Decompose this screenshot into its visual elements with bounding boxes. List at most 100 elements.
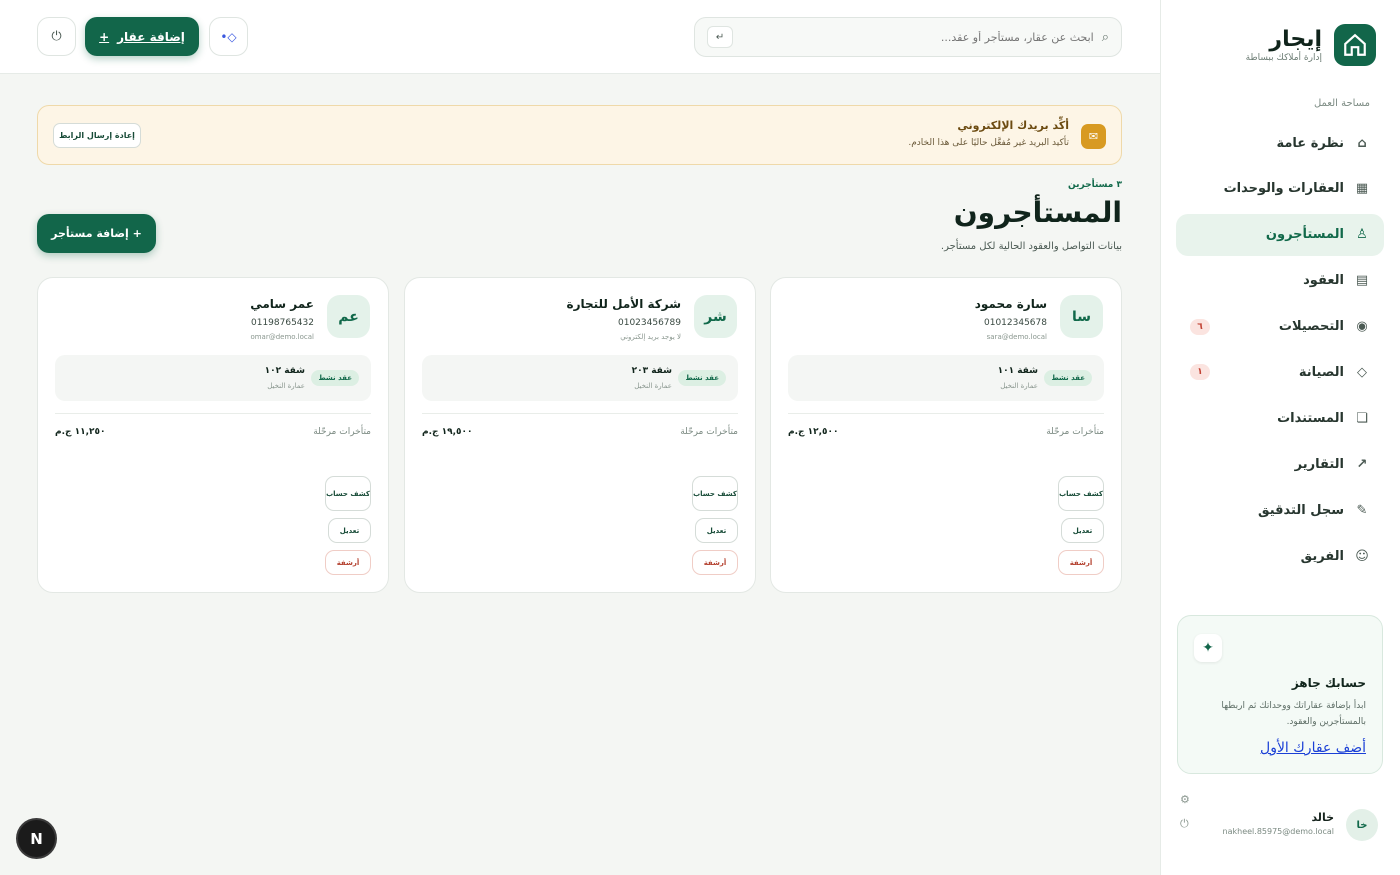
statement-button[interactable]: كشف حساب: [1058, 476, 1104, 511]
audit-icon: ✎: [1356, 502, 1368, 518]
power-button[interactable]: ⏻: [37, 17, 76, 56]
unit-name: شقة ١٠٢: [264, 366, 305, 376]
logout-icon[interactable]: ⏻: [1180, 817, 1189, 831]
page-subtitle: بيانات التواصل والعقود الحالية لكل مستأج…: [940, 241, 1122, 252]
sidebar-item-audit[interactable]: ✎ سجل التدقيق: [1176, 489, 1384, 531]
sparkle-icon: ✦: [1194, 634, 1222, 662]
dev-tools-icon[interactable]: N: [18, 820, 55, 857]
mail-icon: ✉: [1081, 124, 1106, 149]
archive-button[interactable]: أرشفة: [325, 550, 371, 575]
tenant-count: ٣ مستأجرين: [1068, 180, 1122, 190]
tenant-phone: 01012345678: [984, 318, 1047, 328]
brand[interactable]: إيجار إدارة أملاكك ببساطة: [1246, 24, 1376, 66]
avatar: خا: [1346, 809, 1378, 841]
sidebar-item-wrench[interactable]: ◇ الصيانة ١: [1176, 351, 1384, 393]
count-badge: ١: [1190, 364, 1210, 381]
sidebar-item-label: سجل التدقيق: [1258, 502, 1344, 518]
sidebar-item-label: التحصيلات: [1278, 319, 1344, 335]
tenant-card: عم عمر سامي 01198765432 omar@demo.local عقد …: [37, 277, 389, 593]
arrears-label: متأخرات مرحّلة: [680, 427, 738, 437]
statement-button[interactable]: كشف حساب: [325, 476, 371, 511]
sidebar-item-label: نظرة عامة: [1276, 135, 1344, 151]
archive-button[interactable]: أرشفة: [1058, 550, 1104, 575]
sidebar-item-document[interactable]: ❏ المستندات: [1176, 397, 1384, 439]
topbar: ⌕ ↵ ◇• إضافة عقار + ⏻: [0, 0, 1160, 74]
count-badge: ٦: [1190, 318, 1210, 335]
add-first-property-link[interactable]: أضف عقارك الأول: [1260, 740, 1366, 756]
sidebar: إيجار إدارة أملاكك ببساطة مساحة العمل ⌂ ن…: [1160, 0, 1400, 875]
unit-name: شقة ٢٠٣: [631, 366, 672, 376]
unit-name: شقة ١٠١: [997, 366, 1038, 376]
contract-icon: ▤: [1355, 273, 1369, 289]
building-icon: ▦: [1355, 181, 1369, 197]
tenant-email: omar@demo.local: [250, 333, 314, 341]
edit-button[interactable]: تعديل: [1061, 518, 1104, 543]
tenant-phone: 01198765432: [251, 318, 314, 328]
arrears-value: ١٢,٥٠٠ ج.م: [788, 427, 839, 437]
tenant-name: عمر سامي: [250, 297, 314, 311]
tenant-email: لا يوجد بريد إلكتروني: [620, 333, 681, 341]
sidebar-nav: ⌂ نظرة عامة ▦ العقارات والوحدات ♙ المستأجرون ▤…: [1176, 122, 1384, 581]
brand-name: إيجار: [1269, 27, 1322, 52]
status-badge: عقد نشط: [678, 370, 726, 386]
contract-summary[interactable]: عقد نشط شقة ٢٠٣ عمارة النخيل: [422, 355, 738, 401]
tenant-phone: 01023456789: [618, 318, 681, 328]
arrears-value: ١٩,٥٠٠ ج.م: [422, 427, 473, 437]
plus-icon: +: [99, 29, 110, 44]
add-tenant-button[interactable]: + إضافة مستأجر: [37, 214, 156, 253]
tenant-card: سا سارة محمود 01012345678 sara@demo.local عق…: [770, 277, 1122, 593]
contract-summary[interactable]: عقد نشط شقة ١٠١ عمارة النخيل: [788, 355, 1104, 401]
status-badge: عقد نشط: [1044, 370, 1092, 386]
workspace-label: مساحة العمل: [1313, 98, 1370, 109]
statement-button[interactable]: كشف حساب: [692, 476, 738, 511]
building-name: عمارة النخيل: [267, 382, 305, 390]
divider: [55, 413, 371, 414]
add-property-button[interactable]: إضافة عقار +: [85, 17, 199, 56]
sidebar-item-label: العقارات والوحدات: [1223, 181, 1344, 197]
ready-title: حسابك جاهز: [1291, 676, 1366, 690]
search-input[interactable]: [741, 30, 1094, 44]
email-verify-banner: ✉ أكِّد بريدك الإلكتروني تأكيد البريد غي…: [37, 105, 1122, 165]
theme-toggle-button[interactable]: ◇•: [209, 17, 248, 56]
gear-icon[interactable]: ⚙: [1180, 793, 1190, 806]
building-name: عمارة النخيل: [1000, 382, 1038, 390]
add-property-label: إضافة عقار: [117, 29, 185, 44]
sidebar-item-label: العقود: [1303, 273, 1344, 289]
building-name: عمارة النخيل: [634, 382, 672, 390]
page-title: المستأجرون: [953, 196, 1122, 229]
archive-button[interactable]: أرشفة: [692, 550, 738, 575]
arrears-label: متأخرات مرحّلة: [1046, 427, 1104, 437]
sidebar-item-contract[interactable]: ▤ العقود: [1176, 260, 1384, 302]
payments-icon: ◉: [1356, 319, 1368, 335]
sidebar-item-label: التقارير: [1294, 456, 1344, 472]
ready-description: ابدأ بإضافة عقاراتك ووحداتك ثم اربطها با…: [1221, 701, 1366, 727]
contract-summary[interactable]: عقد نشط شقة ١٠٢ عمارة النخيل: [55, 355, 371, 401]
divider: [422, 413, 738, 414]
tenant-avatar: عم: [327, 295, 370, 338]
chart-icon: ↗: [1356, 456, 1368, 472]
sidebar-item-chart[interactable]: ↗ التقارير: [1176, 443, 1384, 485]
status-badge: عقد نشط: [311, 370, 359, 386]
user-profile[interactable]: خا خالد nakheel.85975@demo.local ⚙ ⏻: [1180, 793, 1380, 845]
edit-button[interactable]: تعديل: [328, 518, 371, 543]
sidebar-item-home[interactable]: ⌂ نظرة عامة: [1176, 122, 1384, 164]
sidebar-item-label: المستأجرون: [1265, 227, 1344, 243]
resend-link-button[interactable]: إعادة إرسال الرابط: [53, 123, 141, 148]
search-box[interactable]: ⌕ ↵: [694, 17, 1122, 57]
account-ready-card: ✦ حسابك جاهز ابدأ بإضافة عقاراتك ووحداتك…: [1177, 615, 1383, 774]
user-email: nakheel.85975@demo.local: [1222, 827, 1334, 836]
search-icon: ⌕: [1101, 29, 1109, 45]
user-name: خالد: [1311, 811, 1334, 824]
tenant-avatar: سا: [1060, 295, 1103, 338]
sidebar-item-team[interactable]: ☺ الفريق: [1176, 535, 1384, 577]
edit-button[interactable]: تعديل: [695, 518, 738, 543]
brand-tagline: إدارة أملاكك ببساطة: [1245, 53, 1322, 63]
divider: [788, 413, 1104, 414]
sidebar-item-payments[interactable]: ◉ التحصيلات ٦: [1176, 306, 1384, 348]
team-icon: ☺: [1355, 548, 1369, 564]
sidebar-item-person[interactable]: ♙ المستأجرون: [1176, 213, 1384, 256]
banner-subtitle: تأكيد البريد غير مُفعَّل حاليًا على هذا …: [908, 138, 1069, 148]
enter-key-icon: ↵: [707, 26, 733, 48]
sidebar-item-building[interactable]: ▦ العقارات والوحدات: [1176, 168, 1384, 210]
home-logo-icon: [1334, 24, 1376, 66]
